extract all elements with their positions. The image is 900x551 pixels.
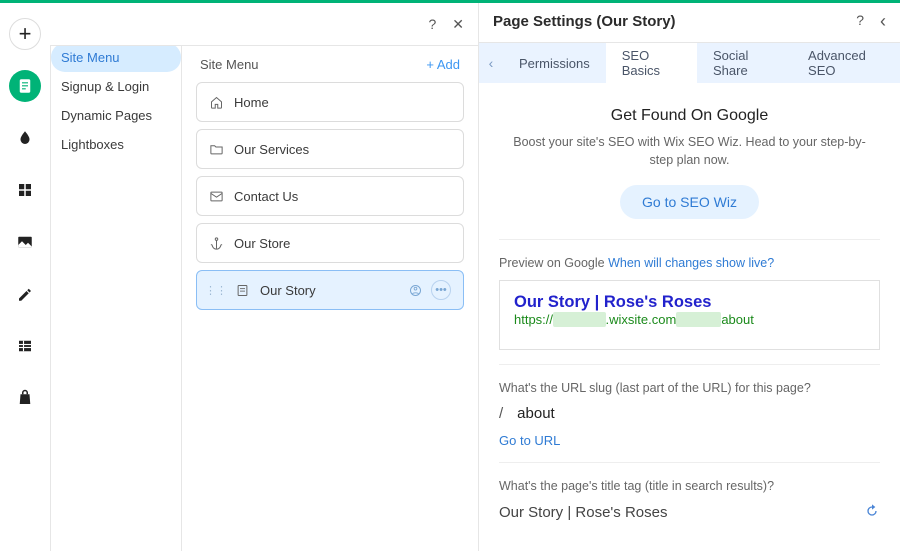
site-pages-header: Site Pages [51, 0, 181, 43]
title-tag-label: What's the page's title tag (title in se… [499, 479, 880, 493]
tabs-scroll-left[interactable]: ‹ [479, 43, 503, 83]
google-preview-url: https://xxxxxxx.wixsite.comxxxxxxabout [514, 312, 865, 327]
image-icon [16, 233, 34, 251]
page-actions-button[interactable]: ••• [431, 280, 451, 300]
store-tool[interactable] [9, 382, 41, 414]
category-signup-login[interactable]: Signup & Login [51, 72, 181, 101]
close-icon[interactable]: ✕ [452, 16, 464, 33]
data-tool[interactable] [9, 330, 41, 362]
mail-icon [209, 189, 224, 204]
category-site-menu[interactable]: Site Menu [51, 43, 181, 72]
page-icon [235, 283, 250, 298]
tab-advanced-seo[interactable]: Advanced SEO [792, 43, 900, 83]
page-item-services[interactable]: Our Services [196, 129, 464, 169]
category-dynamic-pages[interactable]: Dynamic Pages [51, 101, 181, 130]
tab-social-share[interactable]: Social Share [697, 43, 792, 83]
theme-tool[interactable] [9, 122, 41, 154]
page-label: Our Store [234, 236, 290, 251]
google-preview: Our Story | Rose's Roses https://xxxxxxx… [499, 280, 880, 350]
site-pages-title: Site Pages [65, 13, 141, 30]
live-changes-link[interactable]: When will changes show live? [608, 256, 774, 270]
site-menu-heading: Site Menu [200, 57, 259, 72]
page-label: Our Story [260, 283, 316, 298]
category-lightboxes[interactable]: Lightboxes [51, 130, 181, 159]
help-icon[interactable]: ? [856, 12, 864, 30]
media-tool[interactable] [9, 226, 41, 258]
add-page-link[interactable]: + Add [426, 57, 460, 72]
blog-tool[interactable] [9, 278, 41, 310]
page-label: Our Services [234, 142, 309, 157]
pages-tool[interactable] [9, 70, 41, 102]
page-label: Home [234, 95, 269, 110]
reset-title-button[interactable] [864, 503, 880, 522]
pen-icon [16, 285, 34, 303]
tab-seo-basics[interactable]: SEO Basics [606, 43, 697, 83]
page-settings-title: Page Settings (Our Story) [493, 13, 676, 30]
anchor-icon [209, 236, 224, 251]
drag-handle-icon[interactable]: ⋮⋮ [205, 284, 227, 297]
preview-label: Preview on Google When will changes show… [499, 256, 880, 270]
google-preview-title: Our Story | Rose's Roses [514, 293, 865, 312]
help-icon[interactable]: ? [428, 16, 436, 33]
seo-status-icon[interactable] [408, 283, 423, 298]
seo-hero-heading: Get Found On Google [505, 107, 874, 125]
category-list: Site Menu Signup & Login Dynamic Pages L… [51, 43, 181, 159]
left-toolstrip: + [0, 0, 50, 551]
seo-hero-sub: Boost your site's SEO with Wix SEO Wiz. … [505, 133, 874, 169]
go-to-url-link[interactable]: Go to URL [499, 433, 560, 448]
undo-icon [864, 503, 880, 519]
slug-slash: / [499, 405, 503, 422]
page-item-home[interactable]: Home [196, 82, 464, 122]
seo-wiz-button[interactable]: Go to SEO Wiz [620, 185, 759, 219]
droplet-icon [16, 129, 34, 147]
tab-permissions[interactable]: Permissions [503, 43, 606, 83]
page-item-our-story[interactable]: ⋮⋮ Our Story ••• [196, 270, 464, 310]
page-label: Contact Us [234, 189, 298, 204]
page-item-store[interactable]: Our Store [196, 223, 464, 263]
table-icon [16, 337, 34, 355]
add-tool[interactable]: + [9, 18, 41, 50]
top-accent-bar [0, 0, 900, 3]
apps-tool[interactable] [9, 174, 41, 206]
title-tag-input[interactable]: Our Story | Rose's Roses [499, 504, 667, 521]
slug-label: What's the URL slug (last part of the UR… [499, 381, 880, 395]
grid-icon [16, 181, 34, 199]
slug-input[interactable]: about [517, 405, 555, 422]
settings-tabs: ‹ Permissions SEO Basics Social Share Ad… [479, 43, 900, 83]
folder-icon [209, 142, 224, 157]
page-icon [16, 77, 34, 95]
page-item-contact[interactable]: Contact Us [196, 176, 464, 216]
page-list: Home Our Services Contact Us Our Store ⋮… [182, 82, 478, 310]
back-icon[interactable]: ‹ [880, 12, 886, 30]
home-icon [209, 95, 224, 110]
bag-icon [16, 389, 34, 407]
